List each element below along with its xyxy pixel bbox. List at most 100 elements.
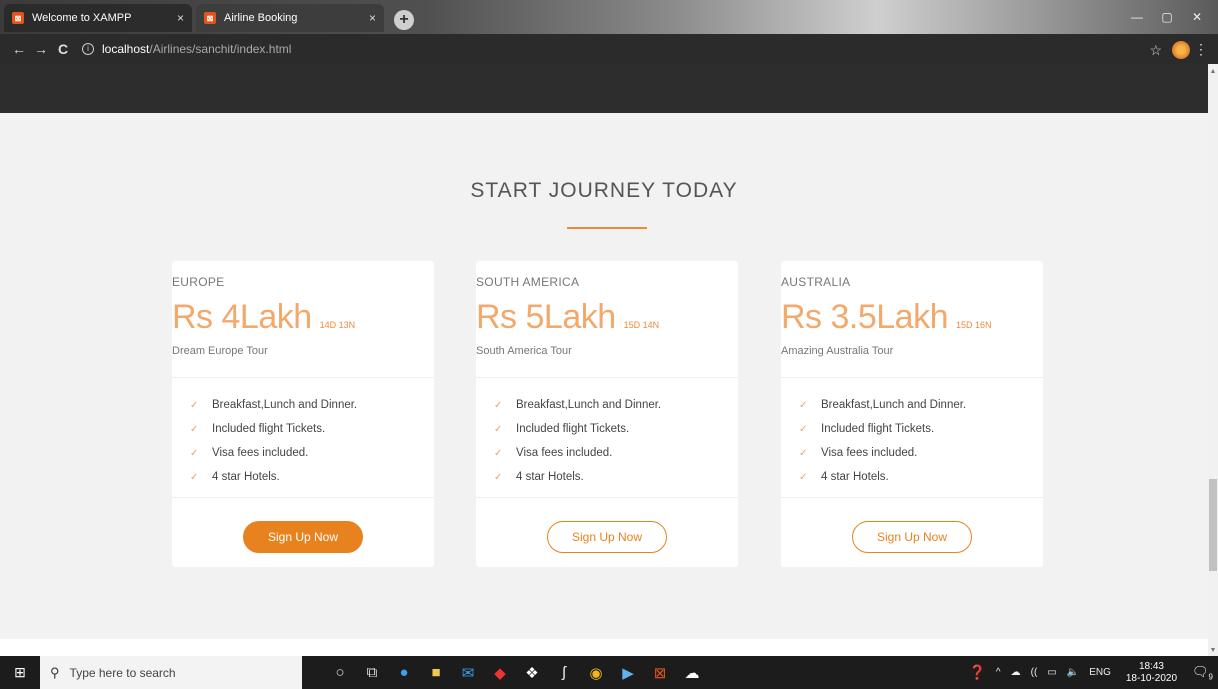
- footer-strip: [0, 639, 1208, 656]
- plan-region: AUSTRALIA: [781, 275, 851, 289]
- back-arrow-icon[interactable]: ←: [8, 41, 30, 57]
- plan-card-australia: AUSTRALIA Rs 3.5Lakh 15D 16N Amazing Aus…: [781, 261, 1043, 567]
- info-icon[interactable]: i: [82, 43, 94, 55]
- new-tab-button[interactable]: +: [394, 10, 414, 30]
- plan-price: Rs 4Lakh: [172, 298, 312, 336]
- browser-toolbar: ← → C i localhost /Airlines/sanchit/inde…: [0, 34, 1218, 64]
- card-footer: Sign Up Now: [781, 498, 1043, 553]
- chevron-up-icon[interactable]: ^: [996, 667, 1001, 678]
- scroll-thumb[interactable]: [1209, 479, 1217, 571]
- tab-close-icon[interactable]: ×: [369, 11, 376, 25]
- pinned-apps: ○ ⧉ ● ■ ✉ ◆ ❖ ʃ ◉ ▶ ⊠ ☁: [324, 656, 708, 689]
- task-view-icon[interactable]: ⧉: [356, 656, 388, 689]
- check-icon: ✓: [799, 423, 808, 435]
- price-row: Rs 3.5Lakh 15D 16N: [781, 298, 1043, 337]
- plan-tour-name: Dream Europe Tour: [172, 345, 268, 357]
- edge-icon[interactable]: ●: [388, 656, 420, 689]
- feature-item: ✓ 4 star Hotels.: [494, 471, 584, 483]
- system-tray: ❓ ^ ☁ (( ▭ 🔈 ENG 18:43 18-10-2020 🗨9: [963, 656, 1218, 689]
- plan-duration: 15D 14N: [623, 320, 660, 330]
- card-footer: Sign Up Now: [476, 498, 738, 553]
- cortana-icon[interactable]: ○: [324, 656, 356, 689]
- plan-price: Rs 5Lakh: [476, 298, 616, 336]
- url-host: localhost: [102, 42, 150, 56]
- reload-icon[interactable]: C: [52, 41, 74, 57]
- forward-arrow-icon[interactable]: →: [30, 41, 52, 57]
- plan-price: Rs 3.5Lakh: [781, 298, 949, 336]
- tab-airline-booking[interactable]: ⊠ Airline Booking ×: [196, 4, 384, 32]
- bookmark-star-icon[interactable]: ☆: [1149, 42, 1162, 59]
- notification-count: 9: [1208, 672, 1213, 682]
- sign-up-button-australia[interactable]: Sign Up Now: [852, 521, 972, 553]
- card-header: EUROPE Rs 4Lakh 14D 13N Dream Europe Tou…: [172, 261, 434, 378]
- help-icon[interactable]: ❓: [968, 664, 985, 681]
- file-explorer-icon[interactable]: ■: [420, 656, 452, 689]
- feature-item: ✓ 4 star Hotels.: [190, 471, 280, 483]
- page-scrollbar[interactable]: ▲ ▼: [1208, 64, 1218, 656]
- check-icon: ✓: [494, 471, 503, 483]
- language-indicator[interactable]: ENG: [1089, 667, 1111, 678]
- app-icon[interactable]: ◆: [484, 656, 516, 689]
- section-title: START JOURNEY TODAY: [470, 179, 738, 202]
- plan-region: SOUTH AMERICA: [476, 275, 580, 289]
- check-icon: ✓: [799, 399, 808, 411]
- feature-list: ✓ Breakfast,Lunch and Dinner. ✓ Included f…: [781, 378, 1043, 498]
- photos-icon[interactable]: ☁: [676, 656, 708, 689]
- search-placeholder: Type here to search: [69, 665, 176, 680]
- terminal-icon[interactable]: ▶: [612, 656, 644, 689]
- maximize-icon[interactable]: ▢: [1152, 6, 1182, 28]
- check-icon: ✓: [494, 447, 503, 459]
- plan-region: EUROPE: [172, 275, 225, 289]
- mail-icon[interactable]: ✉: [452, 656, 484, 689]
- feature-item: ✓ 4 star Hotels.: [799, 471, 889, 483]
- sign-up-button-europe[interactable]: Sign Up Now: [243, 521, 363, 553]
- extension-icon[interactable]: [1172, 41, 1190, 59]
- sign-up-button-south-america[interactable]: Sign Up Now: [547, 521, 667, 553]
- feature-item: ✓ Breakfast,Lunch and Dinner.: [190, 399, 358, 411]
- card-footer: Sign Up Now: [172, 498, 434, 553]
- feature-item: ✓ Breakfast,Lunch and Dinner.: [799, 399, 967, 411]
- clock[interactable]: 18:43 18-10-2020: [1126, 661, 1177, 685]
- plan-tour-name: Amazing Australia Tour: [781, 345, 894, 357]
- dropbox-icon[interactable]: ❖: [516, 656, 548, 689]
- cloud-icon[interactable]: ☁: [1011, 667, 1021, 678]
- search-icon: ⚲: [50, 664, 60, 680]
- check-icon: ✓: [190, 423, 199, 435]
- tab-welcome-to-xampp[interactable]: ⊠ Welcome to XAMPP ×: [4, 4, 192, 32]
- feature-item: ✓ Included flight Tickets.: [799, 423, 935, 435]
- feature-item: ✓ Breakfast,Lunch and Dinner.: [494, 399, 662, 411]
- feature-item: ✓ Visa fees included.: [494, 447, 613, 459]
- address-bar[interactable]: i localhost /Airlines/sanchit/index.html: [82, 42, 291, 56]
- volume-icon[interactable]: 🔈: [1067, 667, 1079, 678]
- page-viewport: START JOURNEY TODAY EUROPE Rs 4Lakh 14D …: [0, 64, 1208, 656]
- clock-date: 18-10-2020: [1125, 672, 1178, 684]
- scroll-down-arrow-icon[interactable]: ▼: [1208, 647, 1218, 654]
- plan-card-south-america: SOUTH AMERICA Rs 5Lakh 15D 14N South Ame…: [476, 261, 738, 567]
- price-row: Rs 4Lakh 14D 13N: [172, 298, 434, 337]
- minimize-icon[interactable]: —: [1122, 6, 1152, 28]
- check-icon: ✓: [190, 399, 199, 411]
- windows-start-icon[interactable]: ⊞: [0, 656, 40, 689]
- tab-label: Airline Booking: [224, 12, 298, 24]
- window-close-icon[interactable]: ✕: [1182, 6, 1212, 28]
- sublime-icon[interactable]: ʃ: [548, 656, 580, 689]
- notification-icon[interactable]: 🗨9: [1192, 664, 1213, 682]
- xampp-icon[interactable]: ⊠: [644, 656, 676, 689]
- taskbar-search-box[interactable]: ⚲ Type here to search: [40, 656, 302, 689]
- chrome-icon[interactable]: ◉: [580, 656, 612, 689]
- check-icon: ✓: [190, 471, 199, 483]
- feature-item: ✓ Included flight Tickets.: [494, 423, 630, 435]
- plan-duration: 15D 16N: [956, 320, 992, 330]
- check-icon: ✓: [494, 399, 503, 411]
- network-icon[interactable]: ((: [1031, 667, 1038, 678]
- check-icon: ✓: [190, 447, 199, 459]
- tab-close-icon[interactable]: ×: [177, 11, 184, 25]
- clock-time: 18:43: [1138, 660, 1164, 672]
- check-icon: ✓: [799, 471, 808, 483]
- scroll-up-arrow-icon[interactable]: ▲: [1208, 68, 1218, 75]
- feature-list: ✓ Breakfast,Lunch and Dinner. ✓ Included f…: [476, 378, 738, 498]
- plan-tour-name: South America Tour: [476, 345, 572, 357]
- battery-icon[interactable]: ▭: [1047, 667, 1056, 678]
- browser-menu-icon[interactable]: ⋮: [1194, 41, 1208, 58]
- xampp-favicon-icon: ⊠: [12, 12, 24, 24]
